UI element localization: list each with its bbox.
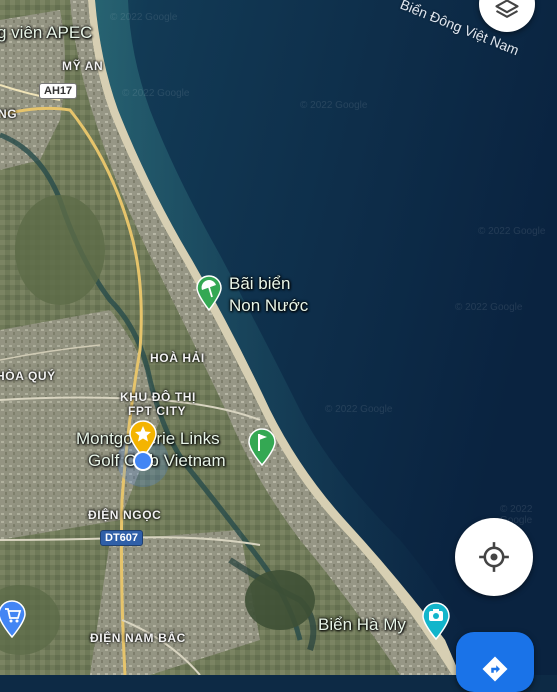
road-shield-dt607: DT607 xyxy=(100,530,144,546)
shopping-pin[interactable] xyxy=(0,600,26,643)
watermark: © 2022 Google xyxy=(110,12,178,23)
area-label-my-an: MỸ AN xyxy=(62,59,104,73)
area-label-fpt-city: FPT CITY xyxy=(128,404,187,418)
area-label-partial: NG xyxy=(0,107,18,121)
shopping-cart-icon xyxy=(0,600,26,639)
area-label-khu-do-thi: KHU ĐÔ THỊ xyxy=(120,390,196,404)
area-label-dien-nam-bac: ĐIỆN NAM BẮC xyxy=(90,631,186,645)
current-location-dot xyxy=(132,450,154,477)
layers-icon xyxy=(495,0,519,18)
golf-flag-icon xyxy=(248,428,276,467)
directions-button[interactable] xyxy=(456,632,534,692)
attraction-pin[interactable] xyxy=(422,602,450,645)
directions-icon xyxy=(482,656,508,682)
place-label-bien-ha-my[interactable]: Biển Hà My xyxy=(318,614,406,636)
place-label-beach-line1: Bãi biển xyxy=(229,274,291,293)
beach-umbrella-icon xyxy=(196,275,222,312)
watermark: © 2022 Google xyxy=(122,88,190,99)
watermark: © 2022 Google xyxy=(478,226,546,237)
my-location-icon xyxy=(479,542,509,572)
location-dot-icon xyxy=(133,451,153,471)
watermark: © 2022 Google xyxy=(300,100,368,111)
road-shield-ah17: AH17 xyxy=(39,83,78,99)
golf-pin[interactable] xyxy=(248,428,276,471)
beach-pin[interactable] xyxy=(196,275,222,316)
area-label-hoa-hai: HOÀ HẢI xyxy=(150,351,205,365)
area-label-dien-ngoc: ĐIỆN NGỌC xyxy=(88,508,162,522)
place-label-park[interactable]: g viên APEC xyxy=(0,22,92,44)
my-location-button[interactable] xyxy=(455,518,533,596)
watermark: © 2022 Google xyxy=(455,302,523,313)
area-label-hoa-quy: HÒA QUÝ xyxy=(0,369,56,383)
camera-icon xyxy=(422,602,450,641)
watermark: © 2022 Google xyxy=(325,404,393,415)
place-label-beach[interactable]: Bãi biển Non Nước xyxy=(229,273,308,317)
place-label-beach-line2: Non Nước xyxy=(229,296,309,315)
